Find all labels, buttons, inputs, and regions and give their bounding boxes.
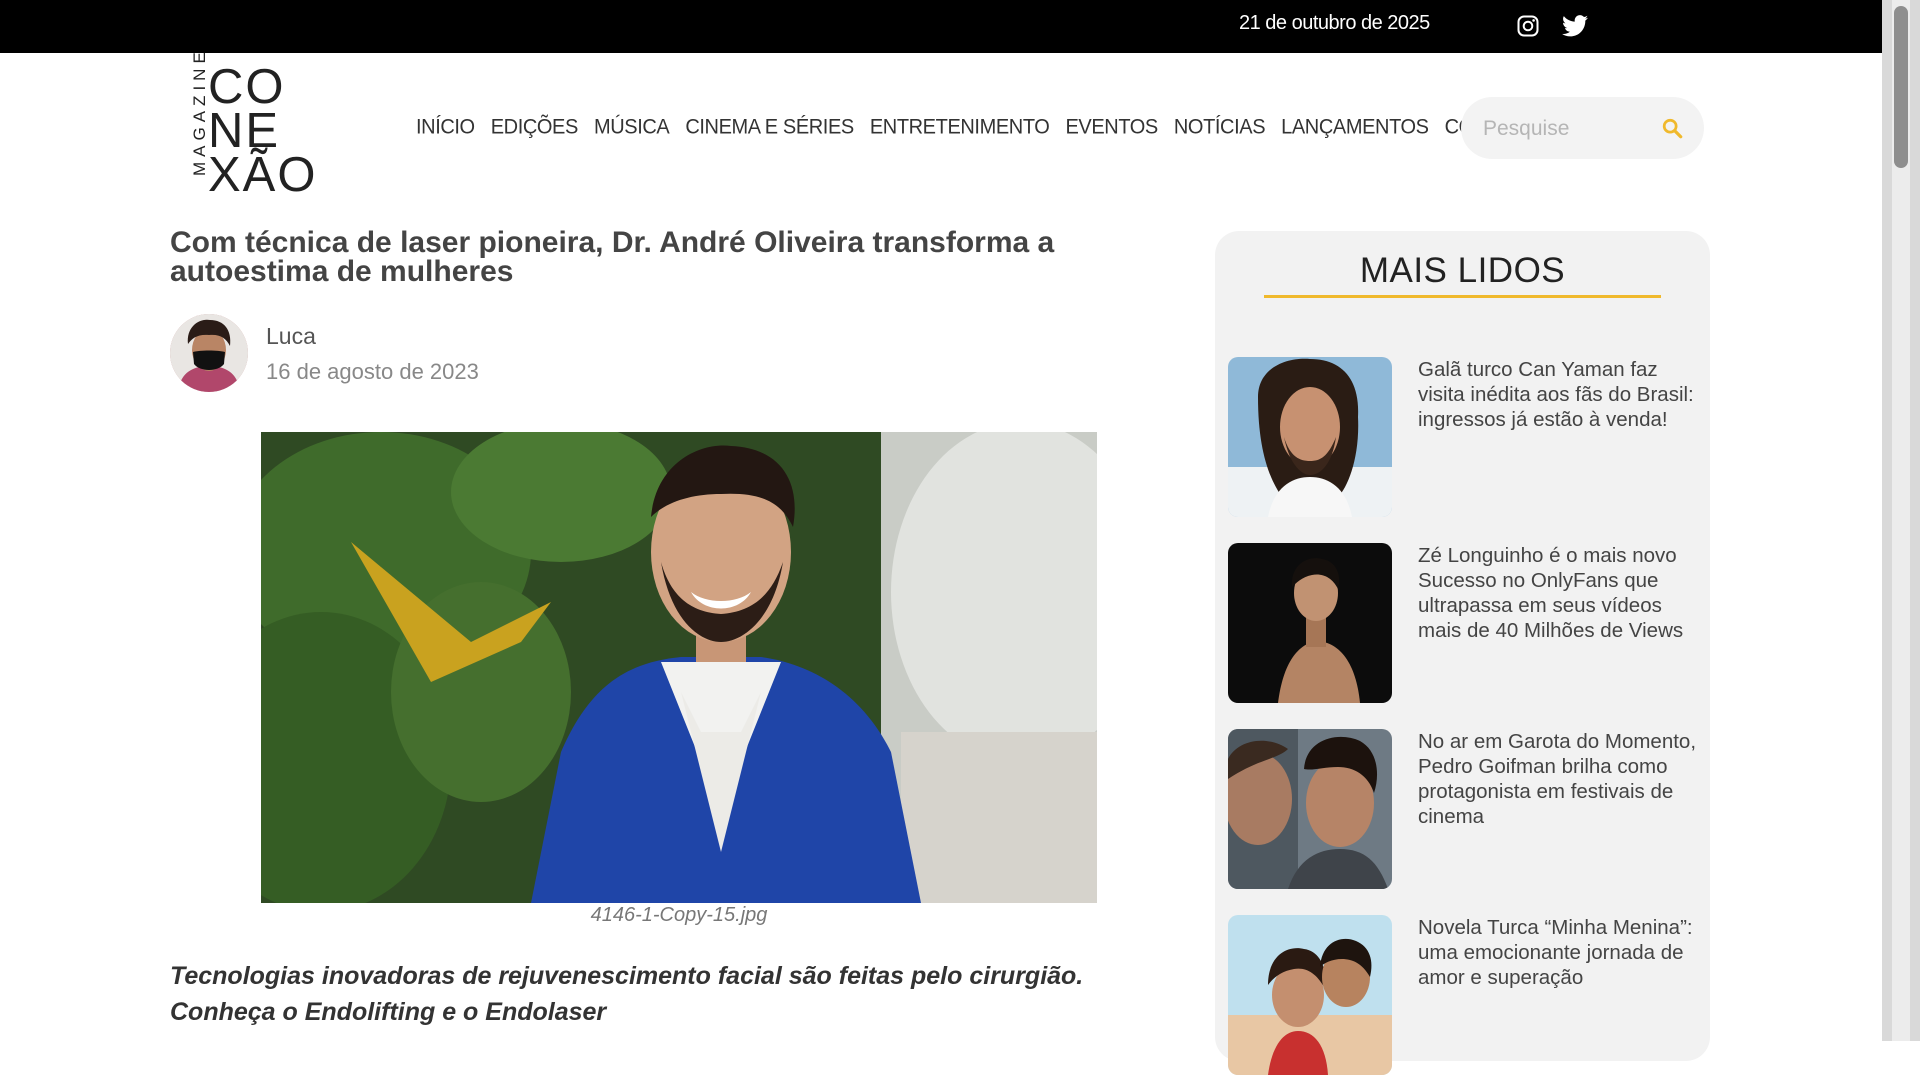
sidebar-title: MAIS LIDOS: [1359, 251, 1566, 290]
nav-noticias[interactable]: NOTÍCIAS: [1174, 115, 1266, 139]
most-read-title[interactable]: Novela Turca “Minha Menina”: uma emocion…: [1418, 915, 1703, 990]
avatar-image: [170, 314, 248, 392]
search-icon[interactable]: [1661, 117, 1683, 139]
scrollbar-thumb[interactable]: [1894, 6, 1908, 168]
search-box: [1461, 97, 1704, 159]
article-title: Com técnica de laser pioneira, Dr. André…: [170, 226, 1055, 288]
current-date: 21 de outubro de 2025: [1239, 12, 1430, 34]
logo-line-3: XÃO: [208, 148, 318, 202]
twitter-icon[interactable]: [1562, 14, 1588, 38]
most-read-item[interactable]: Novela Turca “Minha Menina”: uma emocion…: [1228, 915, 1698, 1075]
image-caption: 4146-1-Copy-15.jpg: [590, 904, 768, 926]
author-name[interactable]: Luca: [266, 323, 316, 350]
most-read-item[interactable]: No ar em Garota do Momento, Pedro Goifma…: [1228, 729, 1698, 889]
title-underline: [1264, 295, 1661, 298]
nav-edicoes[interactable]: EDIÇÕES: [491, 115, 579, 139]
logo-line-1: CO: [208, 60, 286, 114]
most-read-title[interactable]: No ar em Garota do Momento, Pedro Goifma…: [1418, 729, 1703, 829]
nav-eventos[interactable]: EVENTOS: [1065, 115, 1158, 139]
most-read-item[interactable]: Galã turco Can Yaman faz visita inédita …: [1228, 357, 1698, 517]
publish-date: 16 de agosto de 2023: [266, 359, 479, 384]
hero-photo: [261, 432, 1097, 903]
most-read-thumb[interactable]: [1228, 357, 1392, 517]
most-read-thumb[interactable]: [1228, 543, 1392, 703]
instagram-icon[interactable]: [1516, 14, 1540, 38]
most-read-title[interactable]: Zé Longuinho é o mais novo Sucesso no On…: [1418, 543, 1703, 643]
most-read-sidebar: MAIS LIDOS Galã turco Can Yaman faz visi…: [1215, 231, 1710, 1075]
nav-inicio[interactable]: INÍCIO: [416, 115, 475, 139]
article-hero-image: [261, 432, 1097, 903]
logo-line-2: NE: [208, 104, 281, 158]
most-read-thumb[interactable]: [1228, 915, 1392, 1075]
article-lead: Tecnologias inovadoras de rejuvenescimen…: [170, 962, 1084, 1026]
nav-cinema-series[interactable]: CINEMA E SÉRIES: [685, 115, 854, 139]
page-scrollbar[interactable]: [1882, 0, 1920, 1041]
logo-magazine-label: MAGAZINE: [190, 47, 209, 176]
nav-musica[interactable]: MÚSICA: [594, 115, 670, 139]
author-avatar[interactable]: [170, 314, 248, 392]
top-bar: 21 de outubro de 2025: [0, 0, 1882, 53]
most-read-title[interactable]: Galã turco Can Yaman faz visita inédita …: [1418, 357, 1703, 432]
site-logo[interactable]: MAGAZINE CO NE XÃO: [188, 47, 328, 202]
nav-lancamentos[interactable]: LANÇAMENTOS: [1281, 115, 1429, 139]
search-input[interactable]: [1481, 114, 1655, 144]
main-nav: INÍCIO EDIÇÕES MÚSICA CINEMA E SÉRIES EN…: [416, 115, 1552, 139]
most-read-item[interactable]: Zé Longuinho é o mais novo Sucesso no On…: [1228, 543, 1698, 703]
most-read-thumb[interactable]: [1228, 729, 1392, 889]
nav-entretenimento[interactable]: ENTRETENIMENTO: [870, 115, 1050, 139]
